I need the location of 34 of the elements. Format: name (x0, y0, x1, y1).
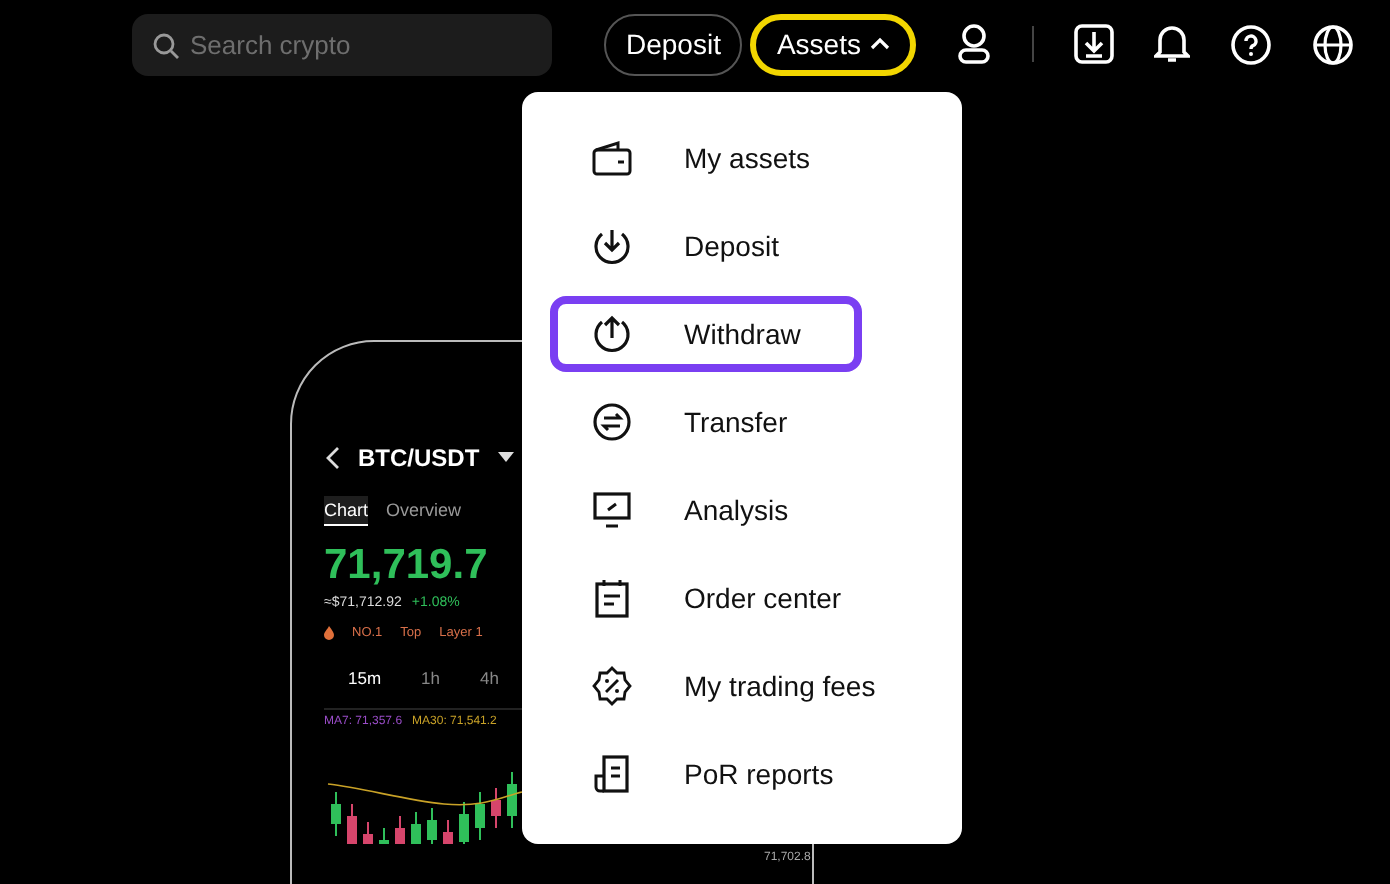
menu-item[interactable]: Transfer (550, 384, 862, 460)
assets-dropdown-button[interactable]: Assets (750, 13, 917, 75)
document-icon (594, 754, 630, 794)
upload-icon (592, 314, 632, 354)
menu-item[interactable]: My trading fees (550, 648, 884, 724)
globe-icon[interactable] (1312, 23, 1355, 65)
back-icon[interactable] (324, 446, 340, 470)
download-icon (592, 226, 632, 266)
menu-item[interactable]: My assets (550, 120, 862, 196)
menu-item[interactable]: Analysis (550, 472, 862, 548)
interval-tab[interactable]: 15m (348, 668, 382, 688)
chart-tab[interactable]: Overview (386, 496, 462, 526)
wallet-icon (592, 140, 632, 176)
monitor-icon (592, 490, 632, 530)
menu-item[interactable]: Deposit (550, 208, 862, 284)
chart-tab[interactable]: Chart (324, 496, 369, 526)
interval-tab[interactable]: 4h (480, 668, 499, 688)
menu-item[interactable]: Withdraw (550, 296, 862, 372)
help-icon[interactable] (1230, 23, 1273, 65)
trading-pair[interactable]: BTC/USDT (358, 444, 480, 472)
download-icon[interactable] (1074, 24, 1115, 64)
menu-item[interactable]: Order center (550, 560, 862, 636)
caret-icon (870, 36, 891, 52)
transfer-icon (592, 402, 632, 442)
percent-badge-icon (592, 666, 632, 706)
user-icon[interactable] (956, 22, 993, 66)
interval-tab[interactable]: 1h (421, 668, 441, 688)
menu-item[interactable]: PoR reports (550, 736, 862, 812)
bell-icon[interactable] (1154, 24, 1191, 64)
search-field[interactable]: Search crypto (132, 13, 552, 75)
deposit-button[interactable]: Deposit (604, 13, 743, 75)
caret-icon[interactable] (497, 452, 514, 464)
price-value: 71,719.7 (324, 542, 490, 590)
calendar-icon (594, 578, 630, 618)
